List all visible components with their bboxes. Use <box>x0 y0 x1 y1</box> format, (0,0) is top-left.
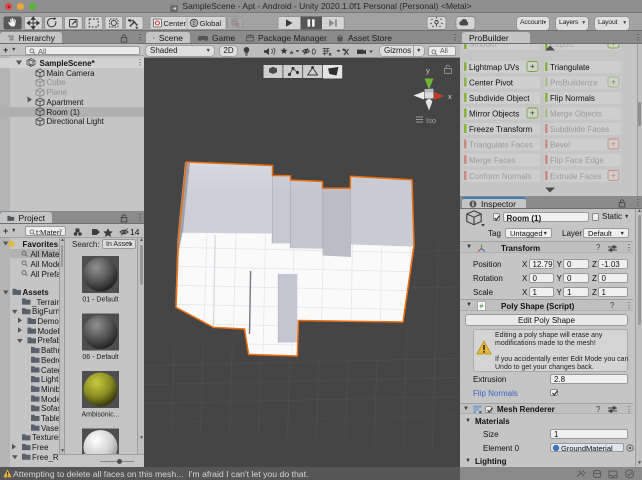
svg-text:Center Pivot: Center Pivot <box>469 78 514 87</box>
svg-text:Triangulate: Triangulate <box>550 63 590 72</box>
svg-text:14: 14 <box>130 227 140 237</box>
svg-text:Conform Normals: Conform Normals <box>469 172 532 181</box>
svg-text:Smooth: Smooth <box>469 44 497 49</box>
svg-text:Flip Face Edge: Flip Face Edge <box>550 156 604 165</box>
svg-text:Iso: Iso <box>426 116 436 125</box>
svg-text:Bevel: Bevel <box>550 140 570 149</box>
svg-text:01 - Default: 01 - Default <box>82 297 118 304</box>
svg-text:Export: Export <box>550 44 574 49</box>
svg-text:0: 0 <box>312 47 317 56</box>
svg-text:#: # <box>480 304 484 311</box>
svg-text:Ambisonic...: Ambisonic... <box>81 412 119 419</box>
svg-text:Merge Faces: Merge Faces <box>469 156 516 165</box>
svg-text:Global: Global <box>200 19 222 28</box>
svg-text:Merge Objects: Merge Objects <box>550 109 602 118</box>
svg-text:Triangulate Faces: Triangulate Faces <box>469 140 533 149</box>
svg-text:5: 5 <box>236 23 240 30</box>
svg-text:x: x <box>448 92 452 101</box>
svg-text:06 - Default: 06 - Default <box>82 354 118 361</box>
svg-text:y: y <box>426 66 430 75</box>
svg-text:ProBuilderize: ProBuilderize <box>550 78 598 87</box>
svg-text:Center: Center <box>164 19 187 28</box>
svg-text:Lightmap UVs: Lightmap UVs <box>469 63 519 72</box>
svg-text:Subdivide Object: Subdivide Object <box>469 94 530 103</box>
svg-text:Mirror Objects: Mirror Objects <box>469 109 519 118</box>
svg-text:Subdivide Faces: Subdivide Faces <box>550 125 609 134</box>
svg-text:Extrude Faces: Extrude Faces <box>550 172 602 181</box>
svg-text:Freeze Transform: Freeze Transform <box>469 125 532 134</box>
svg-text:Flip Normals: Flip Normals <box>550 94 595 103</box>
